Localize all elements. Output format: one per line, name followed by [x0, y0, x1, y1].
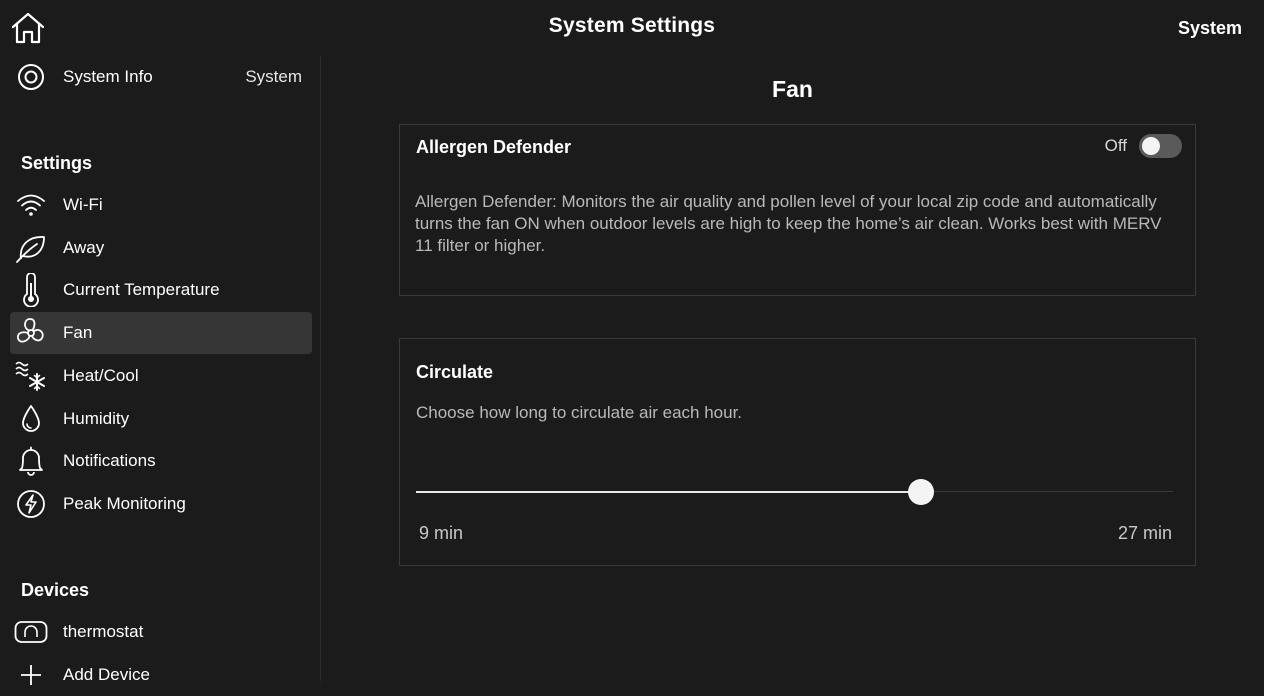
sidebar-item-away[interactable]: Away [10, 227, 312, 269]
sidebar-item-thermostat[interactable]: thermostat [10, 611, 312, 653]
top-bar: System Settings System [0, 0, 1264, 56]
settings-heading: Settings [21, 153, 93, 173]
sidebar-item-label: Current Temperature [63, 280, 220, 299]
allergen-defender-title: Allergen Defender [416, 137, 572, 157]
devices-heading: Devices [21, 580, 90, 600]
slider-min-label: 9 min [419, 523, 464, 543]
sidebar-item-peak-monitoring[interactable]: Peak Monitoring [10, 483, 312, 525]
allergen-toggle-group: Off [1105, 134, 1182, 158]
thermostat-icon [10, 611, 52, 653]
target-icon [10, 56, 52, 98]
fan-icon [10, 312, 52, 354]
sidebar-item-label: Humidity [63, 409, 130, 428]
sidebar-item-label: Fan [63, 323, 93, 342]
leaf-icon [10, 227, 52, 269]
sidebar-item-system-info[interactable]: System Info System [10, 56, 312, 98]
plus-icon [10, 654, 52, 696]
thermometer-icon [10, 269, 52, 311]
section-title: Fan [772, 76, 813, 102]
system-name: System [1177, 18, 1242, 38]
sidebar-item-label: System Info [63, 67, 153, 86]
allergen-defender-card: Allergen Defender Off Allergen Defender:… [399, 124, 1196, 296]
sidebar-item-label: Away [63, 238, 105, 257]
sidebar-item-wifi[interactable]: Wi-Fi [10, 184, 312, 226]
main-content: Fan Allergen Defender Off Allergen Defen… [321, 56, 1264, 681]
lightning-icon [10, 483, 52, 525]
bell-icon [10, 440, 52, 482]
sidebar-item-heat-cool[interactable]: Heat/Cool [10, 355, 312, 397]
circulate-card: Circulate Choose how long to circulate a… [399, 338, 1196, 566]
sidebar-item-label: thermostat [63, 622, 144, 641]
allergen-toggle-state: Off [1104, 136, 1127, 155]
allergen-defender-toggle[interactable] [1139, 134, 1182, 158]
slider-max-label: 27 min [1117, 523, 1172, 543]
circulate-title: Circulate [416, 362, 494, 382]
slider-thumb[interactable] [908, 479, 934, 505]
sidebar-item-add-device[interactable]: Add Device [10, 654, 312, 696]
circulate-slider[interactable] [416, 479, 1173, 505]
droplet-icon [10, 398, 52, 440]
circulate-description: Choose how long to circulate air each ho… [416, 403, 743, 422]
sidebar-item-humidity[interactable]: Humidity [10, 398, 312, 440]
sidebar-item-label: Notifications [63, 451, 156, 470]
wifi-icon [10, 184, 52, 226]
sidebar: System Info System Settings Wi-Fi Away C… [0, 56, 321, 685]
toggle-knob [1142, 137, 1160, 155]
sidebar-item-current-temperature[interactable]: Current Temperature [10, 269, 312, 311]
system-info-value: System [245, 67, 302, 86]
heat-cool-icon [10, 355, 52, 397]
sidebar-item-label: Heat/Cool [63, 366, 139, 385]
sidebar-item-label: Wi-Fi [63, 195, 103, 214]
sidebar-item-label: Add Device [63, 665, 150, 684]
slider-fill [416, 491, 921, 493]
sidebar-item-label: Peak Monitoring [63, 494, 186, 513]
page-title: System Settings [548, 14, 716, 37]
sidebar-item-fan[interactable]: Fan [10, 312, 312, 354]
sidebar-item-notifications[interactable]: Notifications [10, 440, 312, 482]
allergen-defender-description: Allergen Defender: Monitors the air qual… [415, 192, 1162, 255]
